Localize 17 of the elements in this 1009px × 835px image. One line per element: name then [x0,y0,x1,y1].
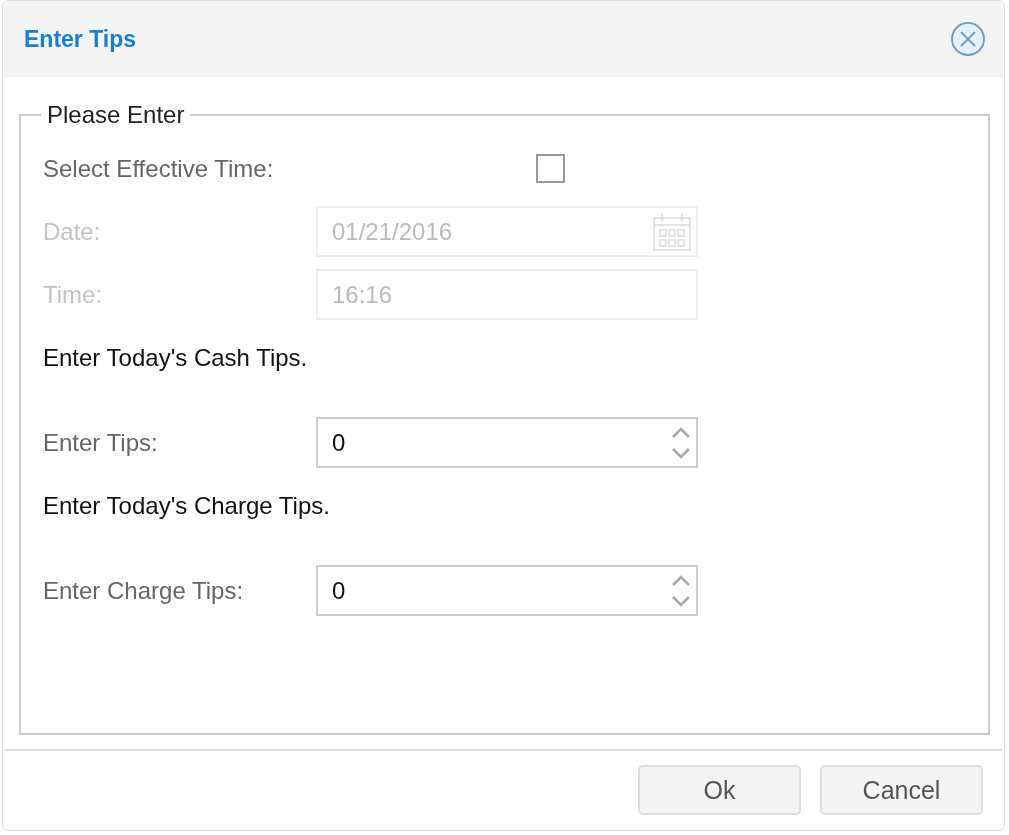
field-label: Date: [43,217,102,246]
field-label: Enter Charge Tips: [43,576,245,605]
input-field[interactable]: 0 [316,417,698,468]
dialog-button[interactable]: Ok [638,765,801,815]
field-label: Enter Tips: [43,428,159,457]
group-legend: Please Enter [41,101,191,129]
instruction-text: Enter Today's Cash Tips. [43,342,309,373]
window-title: Enter Tips [24,25,137,53]
instruction-text: Enter Today's Charge Tips. [43,490,331,521]
checkbox[interactable] [536,154,566,183]
dialog-button[interactable]: Cancel [820,765,983,815]
close-button[interactable] [950,21,986,57]
field-label: Time: [43,280,104,309]
calendar-icon[interactable] [652,211,692,252]
input-field[interactable]: 0 [316,565,698,616]
field-label: Select Effective Time: [43,154,274,183]
close-icon [950,21,986,57]
